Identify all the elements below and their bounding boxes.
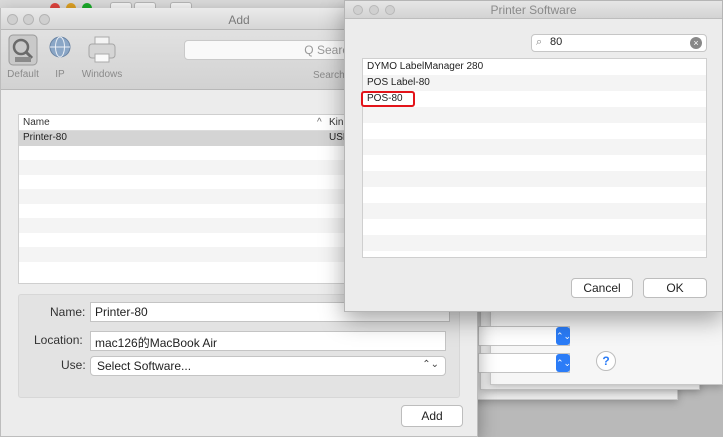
ok-button[interactable]: OK <box>643 278 707 298</box>
background-popup-1-stepper[interactable]: ⌃⌄ <box>556 327 571 345</box>
toolbar-ip-tab[interactable]: IP <box>47 33 73 80</box>
selection-highlight <box>361 91 415 107</box>
location-field[interactable]: mac126的MacBook Air <box>90 331 446 351</box>
column-name-header[interactable]: Name <box>23 117 50 128</box>
windows-label: Windows <box>81 69 123 80</box>
list-item <box>363 235 706 251</box>
list-item <box>363 203 706 219</box>
globe-icon <box>49 36 71 58</box>
cancel-button[interactable]: Cancel <box>571 278 633 298</box>
list-item <box>363 139 706 155</box>
list-item[interactable]: DYMO LabelManager 280 <box>363 59 706 75</box>
windows-printer-icon <box>88 36 116 63</box>
software-list[interactable]: DYMO LabelManager 280 POS Label-80 POS-8… <box>361 58 707 258</box>
select-arrows-icon: ⌃⌄ <box>422 359 439 370</box>
default-printer-icon <box>8 34 38 66</box>
software-item-label: POS Label-80 <box>367 77 430 88</box>
list-item <box>363 107 706 123</box>
printer-software-sheet: Printer Software ⌕ 80 × DYMO LabelManage… <box>344 0 723 312</box>
list-item <box>363 123 706 139</box>
list-item[interactable]: POS Label-80 <box>363 75 706 91</box>
printer-software-title: Printer Software <box>490 3 577 17</box>
toolbar-windows-tab[interactable]: Windows <box>75 33 129 80</box>
add-button[interactable]: Add <box>401 405 463 427</box>
clear-search-icon[interactable]: × <box>690 37 702 49</box>
background-popup-2-stepper[interactable]: ⌃⌄ <box>556 354 571 372</box>
software-item-label: DYMO LabelManager 280 <box>367 61 484 72</box>
search-caption: Search <box>313 70 345 81</box>
use-software-value: Select Software... <box>97 359 192 373</box>
printer-name-cell: Printer-80 <box>23 132 67 143</box>
list-item[interactable]: POS-80 <box>361 91 706 107</box>
use-label: Use: <box>61 358 86 372</box>
list-item <box>363 171 706 187</box>
printer-software-titlebar: Printer Software <box>345 1 722 19</box>
location-label: Location: <box>34 333 83 347</box>
help-button[interactable]: ? <box>596 351 616 371</box>
list-item <box>363 155 706 171</box>
software-search-value: 80 <box>550 36 563 48</box>
ip-label: IP <box>55 69 65 80</box>
toolbar-default-tab[interactable]: Default <box>3 33 43 80</box>
list-item <box>363 219 706 235</box>
search-input[interactable]: Q Search <box>184 40 364 60</box>
column-kind-header[interactable]: Kin <box>329 117 343 128</box>
use-software-select[interactable]: Select Software... ⌃⌄ <box>90 356 446 376</box>
list-item <box>363 187 706 203</box>
search-icon: ⌕ <box>536 36 543 48</box>
sort-ascending-icon: ^ <box>317 117 322 128</box>
default-label: Default <box>7 69 39 80</box>
software-search-input[interactable]: ⌕ 80 × <box>531 34 707 52</box>
name-label: Name: <box>50 305 86 319</box>
